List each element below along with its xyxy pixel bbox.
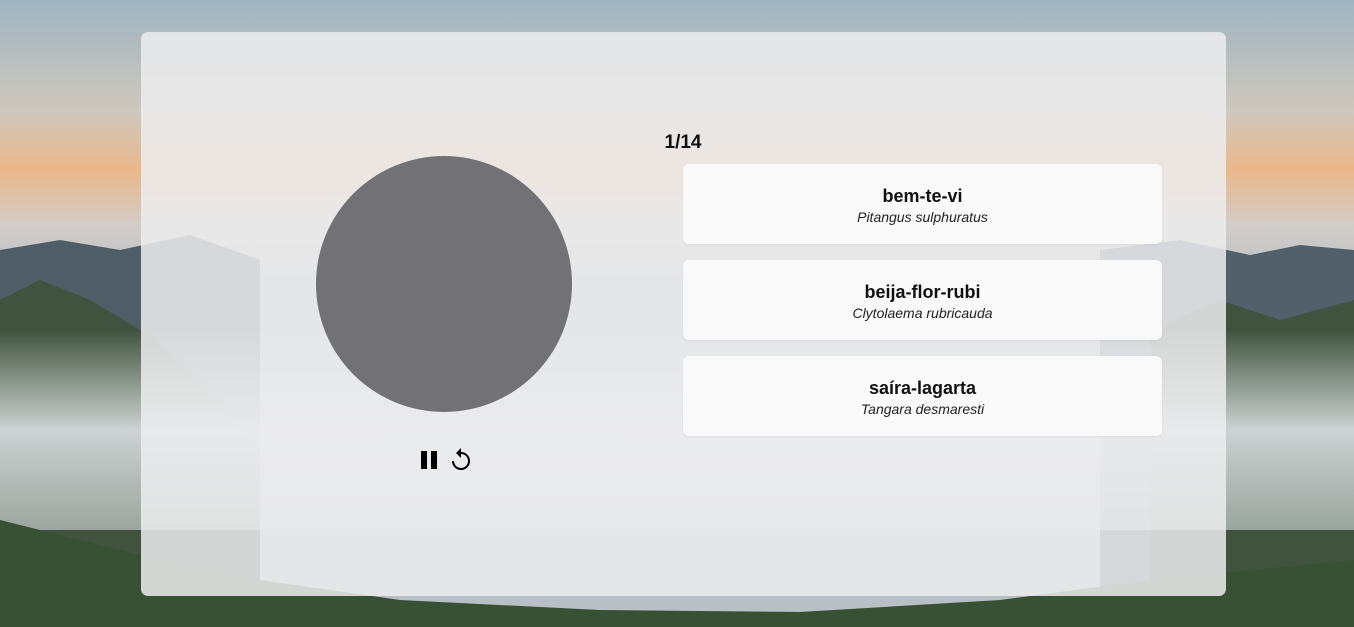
pause-icon (421, 451, 437, 469)
audio-visualizer-disc (316, 156, 572, 412)
player-controls (417, 445, 473, 475)
option-common-name: saíra-lagarta (868, 378, 977, 398)
answer-option[interactable]: saíra-lagarta Tangara desmaresti (683, 356, 1162, 436)
replay-icon (452, 448, 470, 470)
option-scientific-name: Clytolaema rubricauda (852, 305, 993, 321)
answer-options: bem-te-vi Pitangus sulphuratus beija-flo… (683, 164, 1162, 452)
answer-option[interactable]: bem-te-vi Pitangus sulphuratus (683, 164, 1162, 244)
option-scientific-name: Pitangus sulphuratus (857, 209, 988, 225)
replay-button[interactable] (449, 445, 473, 475)
option-scientific-name: Tangara desmaresti (860, 401, 985, 417)
progress-counter: 1/14 (664, 132, 702, 153)
option-common-name: bem-te-vi (882, 186, 963, 206)
answer-option[interactable]: beija-flor-rubi Clytolaema rubricauda (683, 260, 1162, 340)
pause-button[interactable] (417, 445, 441, 475)
quiz-card: 1/14 bem-te-vi Pitangus sulphuratus beij… (141, 32, 1226, 596)
option-common-name: beija-flor-rubi (864, 282, 981, 302)
